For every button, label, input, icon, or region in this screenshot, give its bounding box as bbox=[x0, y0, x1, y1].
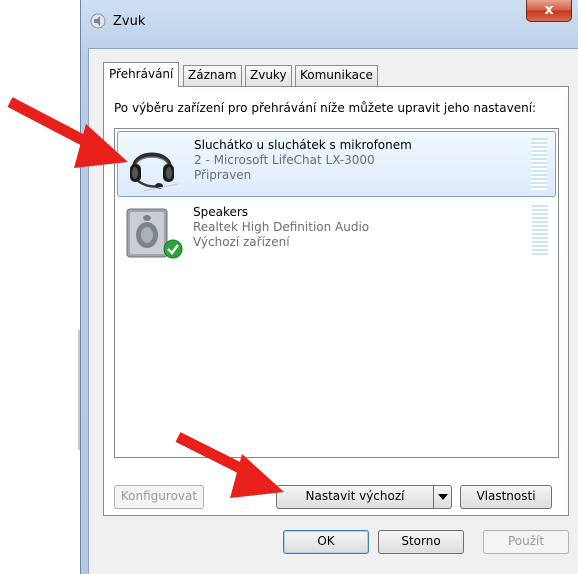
set-default-label: Nastavit výchozí bbox=[305, 489, 405, 503]
tab-playback[interactable]: Přehrávání bbox=[103, 62, 180, 87]
device-status: Výchozí zařízení bbox=[193, 235, 290, 249]
device-list[interactable]: Sluchátko u sluchátek s mikrofonem 2 - M… bbox=[114, 128, 559, 458]
tab-sounds[interactable]: Zvuky bbox=[245, 65, 292, 86]
device-status: Připraven bbox=[194, 168, 252, 182]
window-title: Zvuk bbox=[113, 14, 146, 29]
volume-meter bbox=[532, 205, 548, 257]
tab-communications[interactable]: Komunikace bbox=[295, 65, 378, 86]
device-description: Realtek High Definition Audio bbox=[193, 220, 370, 234]
chevron-down-icon[interactable] bbox=[433, 486, 451, 508]
sound-icon bbox=[90, 13, 106, 29]
device-name: Sluchátko u sluchátek s mikrofonem bbox=[194, 138, 412, 152]
close-button[interactable]: x bbox=[526, 0, 572, 22]
configure-button[interactable]: Konfigurovat bbox=[114, 485, 204, 509]
headset-icon bbox=[130, 152, 179, 192]
device-item-headset[interactable]: Sluchátko u sluchátek s mikrofonem 2 - M… bbox=[117, 131, 556, 197]
dialog-client-area: Přehrávání Záznam Zvuky Komunikace Po vý… bbox=[88, 48, 578, 574]
device-item-speakers[interactable]: Speakers Realtek High Definition Audio V… bbox=[117, 199, 556, 265]
close-icon: x bbox=[544, 2, 554, 18]
properties-button[interactable]: Vlastnosti bbox=[460, 485, 552, 509]
set-default-button[interactable]: Nastavit výchozí bbox=[276, 485, 452, 509]
device-name: Speakers bbox=[193, 205, 249, 219]
tab-recording[interactable]: Záznam bbox=[183, 65, 242, 86]
device-description: 2 - Microsoft LifeChat LX-3000 bbox=[194, 153, 375, 167]
sound-dialog: Zvuk x Přehrávání Záznam Zvuky Komunikac… bbox=[80, 0, 578, 574]
background-page bbox=[0, 0, 81, 574]
default-check-icon bbox=[163, 239, 183, 259]
cancel-button[interactable]: Storno bbox=[378, 530, 464, 554]
apply-button[interactable]: Použít bbox=[483, 530, 569, 554]
ok-button[interactable]: OK bbox=[283, 530, 369, 554]
volume-meter bbox=[531, 138, 547, 190]
instruction-text: Po výběru zařízení pro přehrávání níže m… bbox=[114, 101, 537, 115]
playback-panel: Po výběru zařízení pro přehrávání níže m… bbox=[103, 86, 569, 516]
